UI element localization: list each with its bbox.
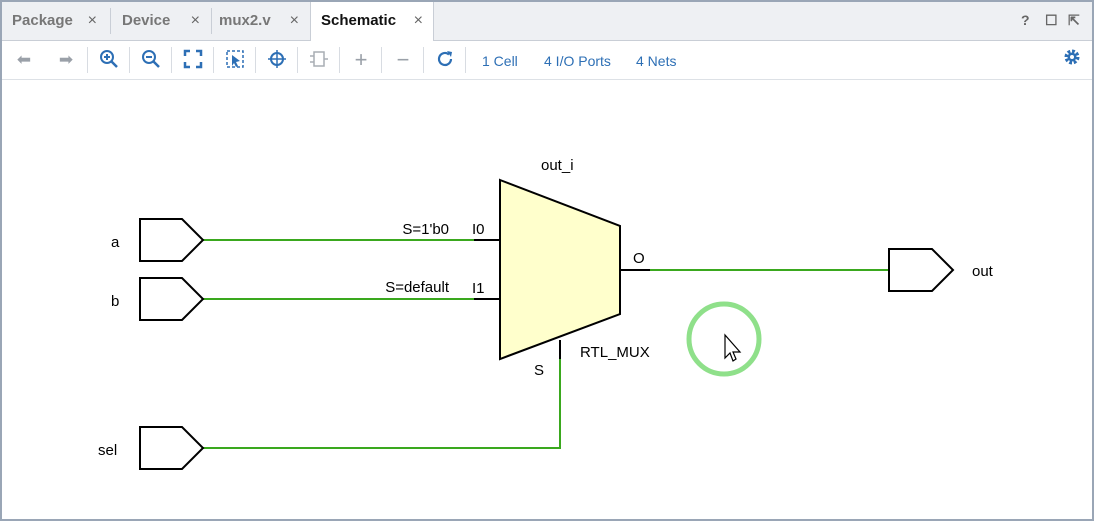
input-port-a[interactable] (139, 218, 205, 262)
tab-bar: Package × Device × mux2.v × Schematic × … (2, 2, 1092, 41)
close-icon[interactable]: × (290, 2, 299, 40)
fit-view-icon[interactable] (181, 49, 205, 71)
schematic-window: Package × Device × mux2.v × Schematic × … (0, 0, 1094, 521)
autoroute-icon[interactable] (307, 49, 331, 71)
net-sel-wire[interactable] (202, 359, 561, 449)
toolbar-divider (339, 47, 340, 73)
close-icon[interactable]: × (88, 2, 97, 40)
tab-package[interactable]: Package × (2, 2, 107, 40)
io-ports-link[interactable]: 4 I/O Ports (544, 53, 611, 69)
tab-divider (110, 8, 111, 34)
tab-device-label: Device (122, 12, 171, 29)
back-arrow-icon[interactable]: ⬅ (12, 49, 36, 71)
cursor-highlight-ring (686, 301, 762, 377)
toolbar-divider (255, 47, 256, 73)
expand-icon[interactable]: + (349, 49, 373, 71)
input-port-sel[interactable] (139, 426, 205, 470)
port-a-label: a (111, 234, 120, 251)
tab-device[interactable]: Device × (112, 2, 210, 40)
toolbar-divider (381, 47, 382, 73)
port-sel-label: sel (98, 442, 117, 459)
rtl-mux-cell[interactable] (499, 178, 621, 361)
close-icon[interactable]: × (414, 2, 423, 40)
refresh-icon[interactable] (433, 49, 457, 71)
cells-link[interactable]: 1 Cell (482, 53, 518, 69)
condition-i0-label: S=1'b0 (402, 221, 449, 238)
cell-type-label: RTL_MUX (580, 344, 650, 361)
tab-mux2v-label: mux2.v (219, 12, 271, 29)
float-window-icon[interactable]: ⇱ (1068, 12, 1080, 29)
toolbar-divider (465, 47, 466, 73)
gear-icon[interactable] (1062, 47, 1082, 73)
zoom-out-icon[interactable] (139, 49, 163, 71)
select-icon[interactable] (265, 49, 289, 71)
condition-i1-label: S=default (385, 279, 450, 296)
port-out-label: out (972, 263, 994, 280)
tab-schematic-label: Schematic (321, 12, 397, 29)
output-port-out[interactable] (888, 248, 955, 292)
toolbar-divider (423, 47, 424, 73)
close-icon[interactable]: × (191, 2, 200, 40)
mouse-pointer-icon (724, 333, 742, 362)
zoom-in-icon[interactable] (97, 49, 121, 71)
nets-link[interactable]: 4 Nets (636, 53, 676, 69)
forward-arrow-icon[interactable]: ➡ (54, 49, 78, 71)
pin-i1-label: I1 (472, 280, 485, 297)
pin-s-label: S (534, 362, 544, 379)
tab-package-label: Package (12, 12, 73, 29)
toolbar-divider (129, 47, 130, 73)
zoom-area-icon[interactable] (223, 49, 247, 71)
port-b-label: b (111, 293, 119, 310)
toolbar-divider (213, 47, 214, 73)
input-port-b[interactable] (139, 277, 205, 321)
collapse-icon[interactable]: − (391, 49, 415, 71)
tab-mux2v[interactable]: mux2.v × (209, 2, 309, 40)
schematic-canvas[interactable]: out_i I0 I1 O S S=1'b0 S=default RTL_MUX… (2, 80, 1092, 519)
tab-schematic[interactable]: Schematic × (310, 2, 434, 41)
toolbar-divider (171, 47, 172, 73)
restore-icon[interactable]: ☐ (1045, 12, 1058, 29)
toolbar-divider (87, 47, 88, 73)
instance-name-label: out_i (541, 157, 574, 174)
pin-i0-label: I0 (472, 221, 485, 238)
toolbar-divider (297, 47, 298, 73)
help-icon[interactable]: ? (1021, 12, 1030, 28)
pin-o-label: O (633, 250, 645, 267)
toolbar: ⬅ ➡ + − 1 Cell 4 I/O Ports 4 Nets (2, 41, 1092, 80)
